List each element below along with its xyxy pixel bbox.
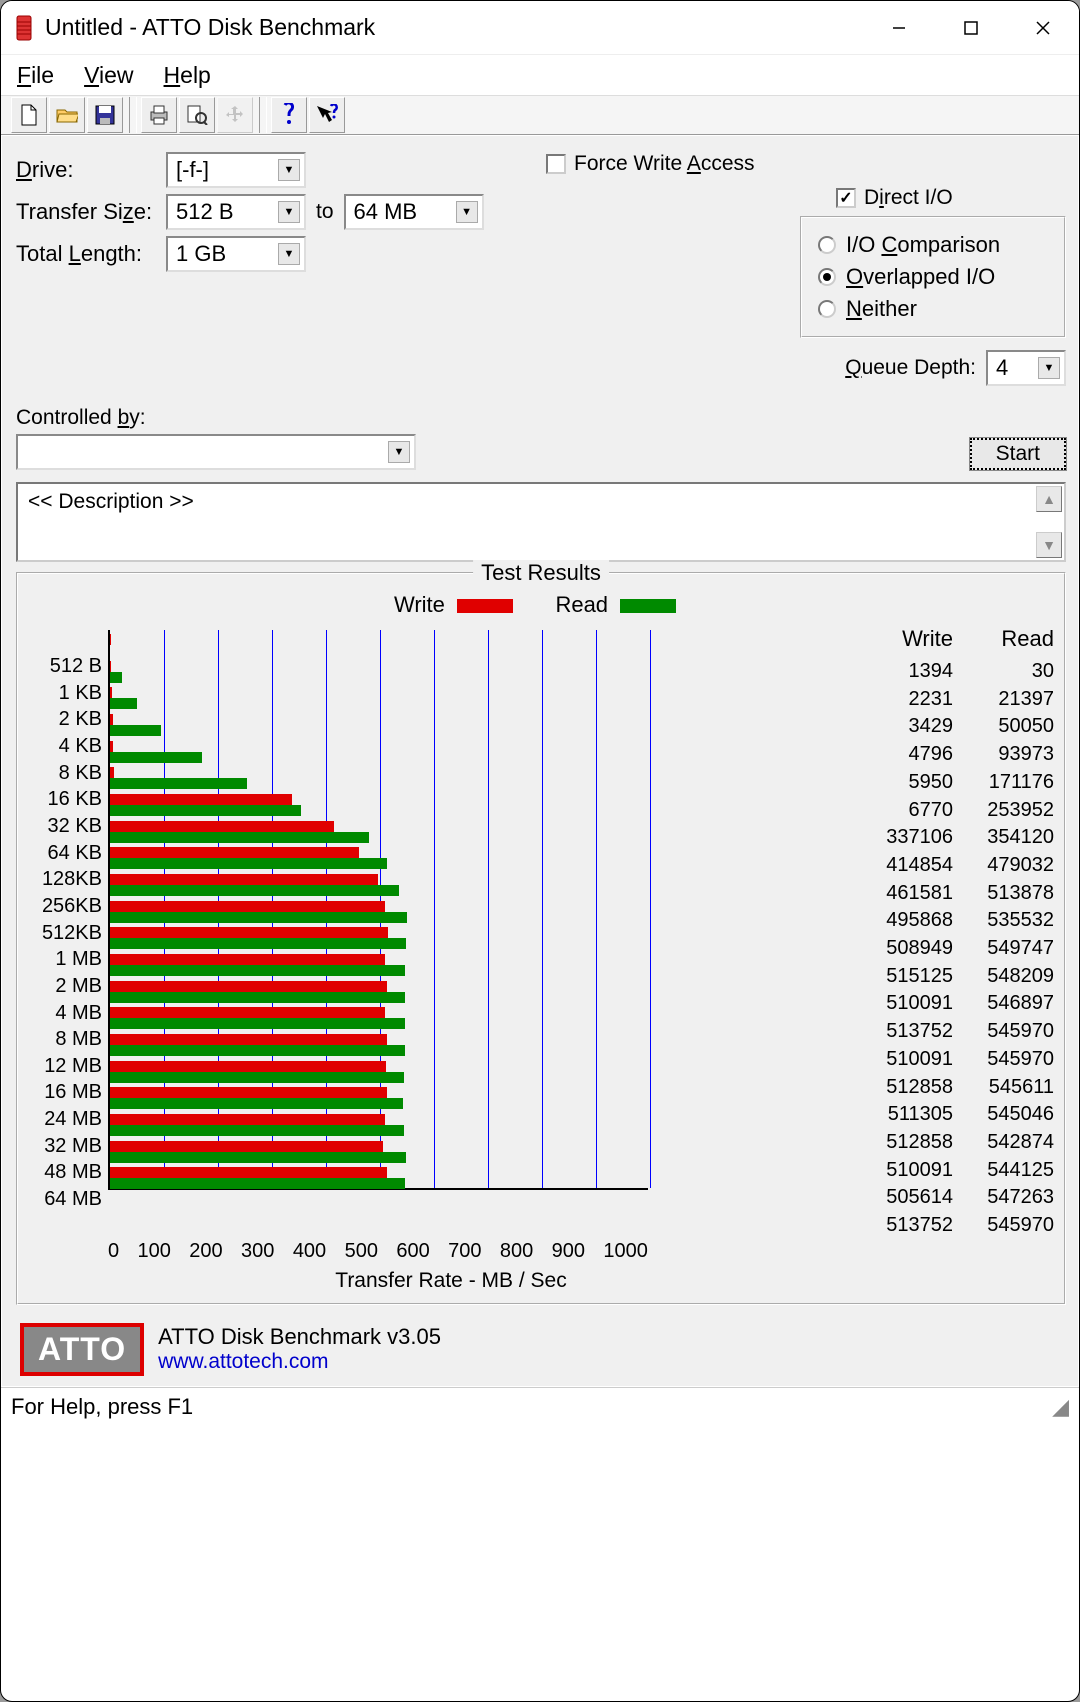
atto-logo: ATTO <box>20 1323 144 1376</box>
total-length-label: Total Length: <box>16 241 166 267</box>
io-comparison-radio[interactable]: I/O Comparison <box>818 232 1048 258</box>
chart-y-axis: 512 B1 KB2 KB4 KB8 KB16 KB32 KB64 KB128K… <box>28 626 108 1240</box>
save-button[interactable] <box>87 97 123 133</box>
read-values-column: 3021397500509397317117625395235412047903… <box>959 658 1054 1240</box>
close-button[interactable] <box>1007 1 1079 55</box>
new-button[interactable] <box>11 97 47 133</box>
transfer-to-select[interactable]: 64 MB▼ <box>344 194 484 230</box>
controlled-by-select[interactable]: ▼ <box>16 434 416 470</box>
to-label: to <box>316 200 334 224</box>
resize-grip-icon[interactable]: ◢ <box>1052 1394 1069 1420</box>
title-bar[interactable]: Untitled - ATTO Disk Benchmark <box>1 1 1079 55</box>
scroll-up-icon[interactable]: ▲ <box>1036 486 1062 512</box>
toolbar <box>1 95 1079 135</box>
col-write-header: Write <box>858 626 953 652</box>
direct-io-checkbox[interactable]: ✓ <box>836 188 856 208</box>
force-write-label: Force Write Access <box>574 152 755 176</box>
print-button[interactable] <box>141 97 177 133</box>
read-swatch-icon <box>620 599 676 613</box>
window: Untitled - ATTO Disk Benchmark File View… <box>0 0 1080 1702</box>
content-area: Drive: [-f-]▼ Transfer Size: 512 B▼ to 6… <box>1 135 1079 1387</box>
description-placeholder: << Description >> <box>28 490 194 513</box>
status-bar: For Help, press F1 ◢ <box>1 1387 1079 1426</box>
neither-radio[interactable]: Neither <box>818 296 1048 322</box>
chart-legend: Write Read <box>28 592 1054 618</box>
menu-view[interactable]: View <box>84 62 133 89</box>
menu-bar: File View Help <box>1 55 1079 95</box>
product-name: ATTO Disk Benchmark v3.05 <box>158 1324 441 1350</box>
chart-x-label: Transfer Rate - MB / Sec <box>0 1269 1054 1293</box>
results-title: Test Results <box>473 560 609 586</box>
open-button[interactable] <box>49 97 85 133</box>
maximize-button[interactable] <box>935 1 1007 55</box>
col-read-header: Read <box>959 626 1054 652</box>
transfer-size-label: Transfer Size: <box>16 199 166 225</box>
window-title: Untitled - ATTO Disk Benchmark <box>45 14 863 41</box>
start-button[interactable]: Start <box>970 438 1066 470</box>
write-values-column: 1394223134294796595067703371064148544615… <box>858 658 953 1240</box>
queue-depth-label: Queue Depth: <box>845 356 976 380</box>
write-swatch-icon <box>457 599 513 613</box>
chart-plot <box>108 630 648 1190</box>
minimize-button[interactable] <box>863 1 935 55</box>
scroll-down-icon[interactable]: ▼ <box>1036 532 1062 558</box>
about-button[interactable] <box>271 97 307 133</box>
queue-depth-select[interactable]: 4▼ <box>986 350 1066 386</box>
results-fieldset: Test Results Write Read 512 B1 KB2 KB4 K… <box>16 572 1066 1305</box>
overlapped-io-radio[interactable]: Overlapped I/O <box>818 264 1048 290</box>
app-icon <box>13 14 35 42</box>
total-length-select[interactable]: 1 GB▼ <box>166 236 306 272</box>
print-preview-button[interactable] <box>179 97 215 133</box>
transfer-from-select[interactable]: 512 B▼ <box>166 194 306 230</box>
menu-file[interactable]: File <box>17 62 54 89</box>
drive-select[interactable]: [-f-]▼ <box>166 152 306 188</box>
vendor-link[interactable]: www.attotech.com <box>158 1350 441 1374</box>
help-button[interactable] <box>309 97 345 133</box>
status-text: For Help, press F1 <box>11 1394 193 1420</box>
description-textarea[interactable]: << Description >> ▲ ▼ <box>16 482 1066 562</box>
force-write-checkbox[interactable] <box>546 154 566 174</box>
controlled-by-label: Controlled by: <box>16 406 970 430</box>
chart-x-axis: 01002003004005006007008009001000 <box>108 1240 648 1263</box>
menu-help[interactable]: Help <box>164 62 211 89</box>
io-mode-group: I/O Comparison Overlapped I/O Neither <box>800 216 1066 338</box>
move-button <box>217 97 253 133</box>
direct-io-label: Direct I/O <box>864 186 953 210</box>
drive-label: Drive: <box>16 157 166 183</box>
